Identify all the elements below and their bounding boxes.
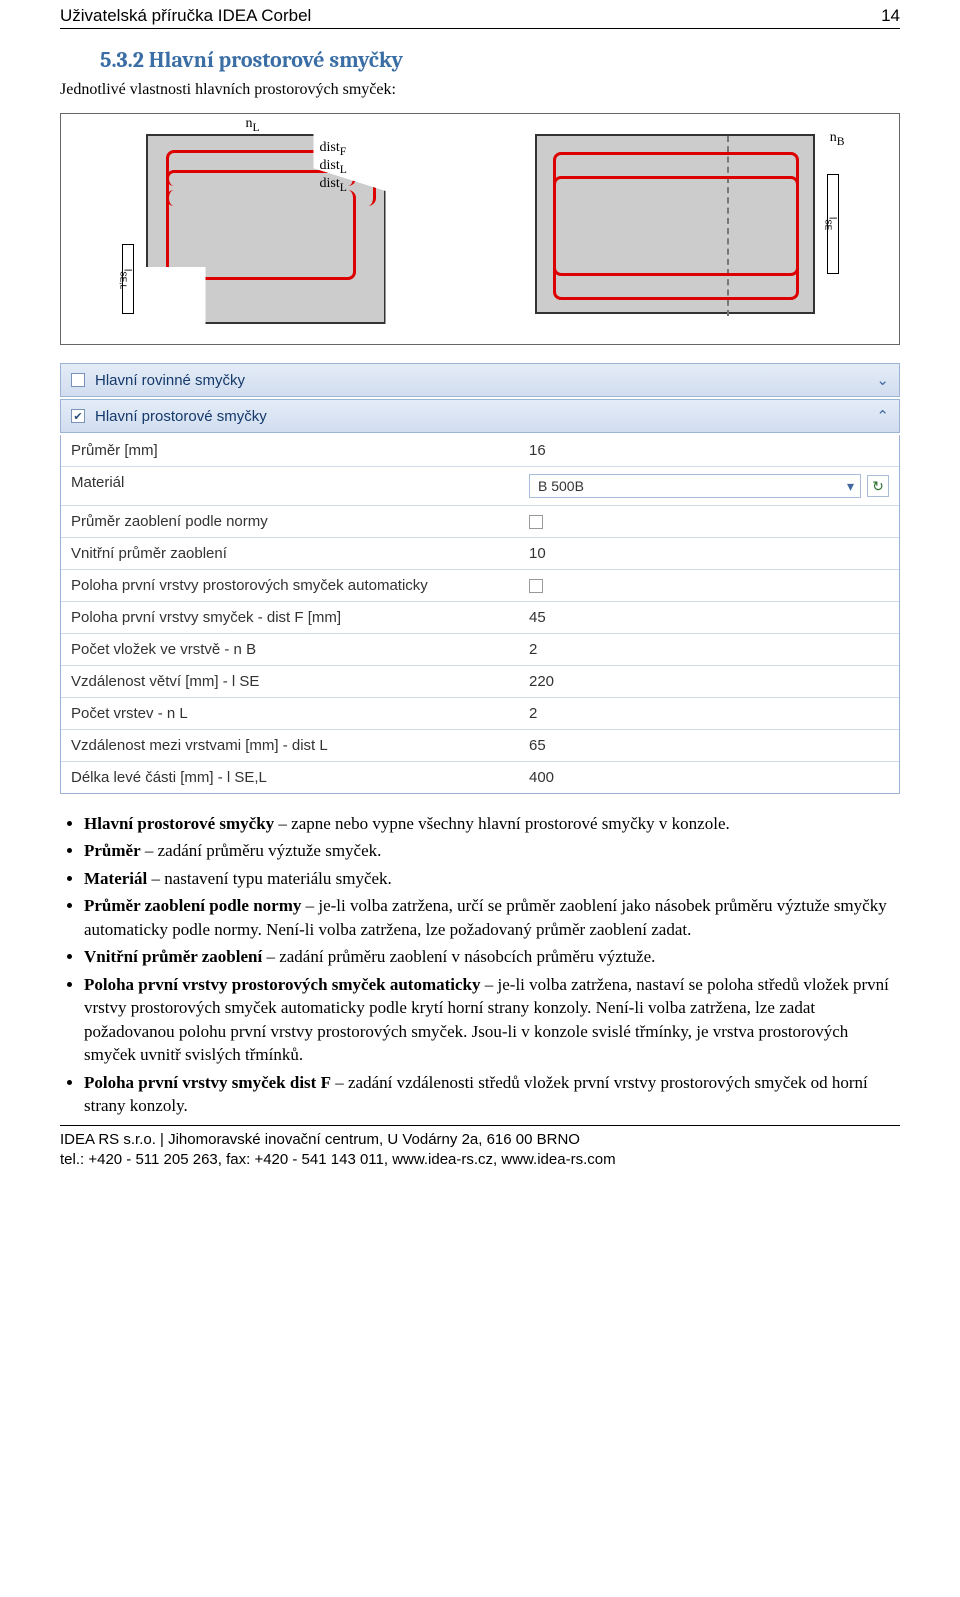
prop-row-material: Materiál B 500B ↻ — [61, 466, 899, 505]
checkbox-planar[interactable] — [71, 373, 85, 387]
loop-line — [553, 176, 799, 276]
dimension-bar-lse: lSE — [827, 174, 839, 274]
refresh-icon[interactable]: ↻ — [867, 475, 889, 497]
checkbox-spatial[interactable]: ✔ — [71, 409, 85, 423]
prop-row-prumer: Průměr [mm] 16 — [61, 435, 899, 466]
bullet-item: Poloha první vrstvy prostorových smyček … — [84, 973, 900, 1067]
panel-spatial-label: Hlavní prostorové smyčky — [95, 408, 267, 425]
prop-value[interactable]: 220 — [519, 666, 899, 697]
label-nB: nB — [830, 130, 845, 148]
dimension-bar-lsel: lSE,L — [122, 244, 134, 314]
prop-row-vzdalenost-vrstvami: Vzdálenost mezi vrstvami [mm] - dist L 6… — [61, 729, 899, 761]
section-intro: Jednotlivé vlastnosti hlavních prostorov… — [60, 81, 900, 99]
prop-label: Počet vrstev - n L — [61, 698, 519, 729]
bullet-item: Hlavní prostorové smyčky – zapne nebo vy… — [84, 812, 900, 835]
label-distL: distL — [320, 176, 347, 194]
prop-label: Průměr zaoblení podle normy — [61, 506, 519, 537]
diagram-left: lSE,L nL distF distL distL — [146, 134, 386, 324]
bullet-list: Hlavní prostorové smyčky – zapne nebo vy… — [84, 812, 900, 1117]
prop-row-poloha-auto: Poloha první vrstvy prostorových smyček … — [61, 569, 899, 601]
diagram-right: lSE nB — [535, 134, 815, 324]
prop-row-vnitrni-prumer: Vnitřní průměr zaoblení 10 — [61, 537, 899, 569]
prop-label: Poloha první vrstvy prostorových smyček … — [61, 570, 519, 601]
prop-value[interactable]: 2 — [519, 634, 899, 665]
bullet-item: Průměr – zadání průměru výztuže smyček. — [84, 839, 900, 862]
label-distF: distF — [320, 140, 347, 158]
property-table: Průměr [mm] 16 Materiál B 500B ↻ Průměr … — [60, 435, 900, 794]
prop-label: Vnitřní průměr zaoblení — [61, 538, 519, 569]
chevron-down-icon: ⌄ — [876, 371, 889, 389]
prop-label: Počet vložek ve vrstvě - n B — [61, 634, 519, 665]
section-title: 5.3.2 Hlavní prostorové smyčky — [100, 47, 900, 73]
chevron-up-icon: ⌃ — [876, 407, 889, 425]
bullet-item: Vnitřní průměr zaoblení – zadání průměru… — [84, 945, 900, 968]
prop-row-vzdalenost-vetvi: Vzdálenost větví [mm] - l SE 220 — [61, 665, 899, 697]
panel-planar-header[interactable]: Hlavní rovinné smyčky ⌄ — [60, 363, 900, 397]
panel-group: Hlavní rovinné smyčky ⌄ ✔ Hlavní prostor… — [60, 363, 900, 794]
checkbox-poloha-auto[interactable] — [529, 579, 543, 593]
corbel-shape-right — [535, 134, 815, 314]
prop-label: Délka levé části [mm] - l SE,L — [61, 762, 519, 793]
corbel-shape-left — [146, 134, 386, 324]
prop-value[interactable]: 10 — [519, 538, 899, 569]
prop-row-pocet-vlozek: Počet vložek ve vrstvě - n B 2 — [61, 633, 899, 665]
prop-value[interactable]: 16 — [519, 435, 899, 466]
prop-label: Poloha první vrstvy smyček - dist F [mm] — [61, 602, 519, 633]
prop-row-zaobleni-norma: Průměr zaoblení podle normy — [61, 505, 899, 537]
prop-row-delka-leve: Délka levé části [mm] - l SE,L 400 — [61, 761, 899, 793]
loop-line — [166, 190, 356, 280]
prop-label: Průměr [mm] — [61, 435, 519, 466]
prop-value[interactable]: 400 — [519, 762, 899, 793]
panel-spatial-header[interactable]: ✔ Hlavní prostorové smyčky ⌃ — [60, 399, 900, 433]
prop-label: Vzdálenost mezi vrstvami [mm] - dist L — [61, 730, 519, 761]
prop-value[interactable]: 65 — [519, 730, 899, 761]
prop-label: Materiál — [61, 467, 519, 505]
header-title: Uživatelská příručka IDEA Corbel — [60, 6, 311, 26]
page-header: Uživatelská příručka IDEA Corbel 14 — [60, 0, 900, 29]
bullet-item: Průměr zaoblení podle normy – je-li volb… — [84, 894, 900, 941]
bullet-item: Materiál – nastavení typu materiálu smyč… — [84, 867, 900, 890]
prop-value[interactable]: 2 — [519, 698, 899, 729]
material-select[interactable]: B 500B — [529, 474, 861, 498]
prop-value[interactable]: 45 — [519, 602, 899, 633]
prop-row-distF: Poloha první vrstvy smyček - dist F [mm]… — [61, 601, 899, 633]
bullet-item: Poloha první vrstvy smyček dist F – zadá… — [84, 1071, 900, 1118]
footer-line1: IDEA RS s.r.o. | Jihomoravské inovační c… — [60, 1130, 900, 1150]
label-nL: nL — [246, 116, 260, 134]
footer-line2: tel.: +420 - 511 205 263, fax: +420 - 54… — [60, 1150, 900, 1170]
prop-row-pocet-vrstev: Počet vrstev - n L 2 — [61, 697, 899, 729]
checkbox-zaobleni-norma[interactable] — [529, 515, 543, 529]
label-distL: distL — [320, 158, 347, 176]
header-page-number: 14 — [881, 6, 900, 26]
diagram-figure: lSE,L nL distF distL distL lSE nB — [60, 113, 900, 345]
page-footer: IDEA RS s.r.o. | Jihomoravské inovační c… — [60, 1125, 900, 1169]
prop-label: Vzdálenost větví [mm] - l SE — [61, 666, 519, 697]
panel-planar-label: Hlavní rovinné smyčky — [95, 372, 245, 389]
